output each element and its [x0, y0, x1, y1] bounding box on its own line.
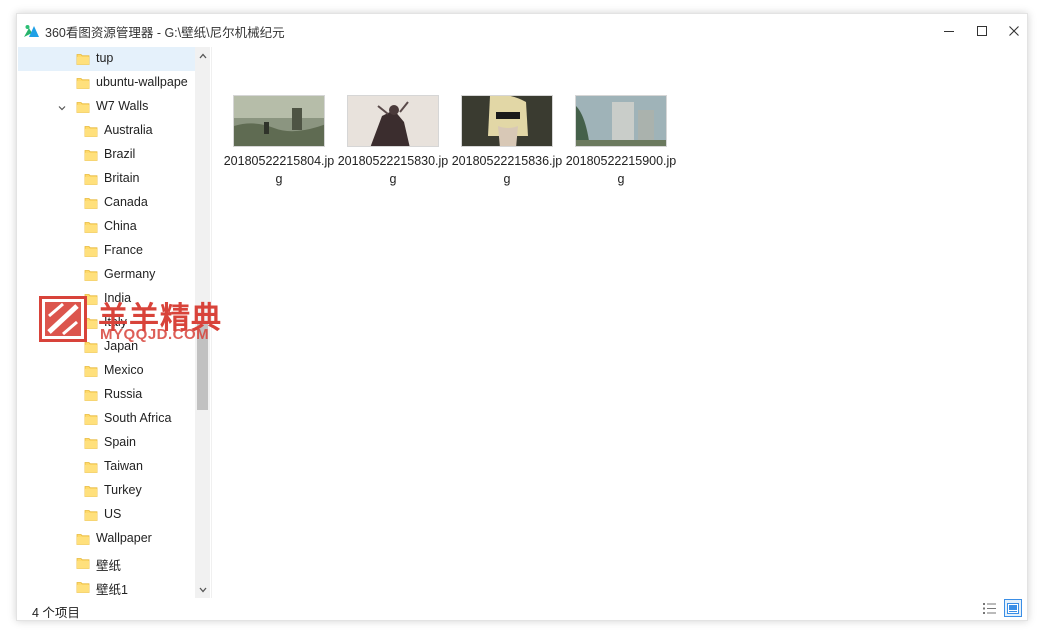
- folder-icon: [76, 76, 90, 90]
- file-name: 20180522215836.jpg: [451, 154, 563, 186]
- scroll-down-button[interactable]: [195, 581, 210, 598]
- folder-icon: [84, 220, 98, 234]
- tree-item[interactable]: 壁纸: [18, 551, 196, 575]
- tree-item[interactable]: Australia: [18, 119, 196, 143]
- window-title: 360看图资源管理器 - G:\壁纸\尼尔机械纪元: [45, 26, 285, 40]
- maximize-button[interactable]: [965, 14, 998, 47]
- app-logo-icon: [24, 25, 39, 37]
- tree-item[interactable]: tup: [18, 47, 196, 71]
- title-bar[interactable]: 360看图资源管理器 - G:\壁纸\尼尔机械纪元: [17, 14, 1027, 47]
- watermark-text-en: MYQQJD.COM: [100, 326, 210, 343]
- tree-item-label: South Africa: [104, 411, 172, 425]
- folder-icon: [84, 148, 98, 162]
- tree-item-label: Australia: [104, 123, 153, 137]
- tree-item-label: 壁纸: [96, 559, 122, 573]
- tree-item[interactable]: Wallpaper: [18, 527, 196, 551]
- folder-icon: [84, 460, 98, 474]
- tree-item[interactable]: Spain: [18, 431, 196, 455]
- chevron-down-icon: [199, 587, 206, 592]
- tree-item-label: Germany: [104, 267, 156, 281]
- tree-item[interactable]: Taiwan: [18, 455, 196, 479]
- tree-item[interactable]: ubuntu-wallpape: [18, 71, 196, 95]
- thumbnail-view-icon: [1007, 602, 1019, 614]
- tree-item-label: Brazil: [104, 147, 136, 161]
- tree-item-label: tup: [96, 51, 114, 65]
- tree-item-label: Wallpaper: [96, 531, 152, 545]
- minimize-button[interactable]: [932, 14, 965, 47]
- close-button[interactable]: [997, 14, 1030, 47]
- item-count: 4 个项目: [32, 606, 80, 620]
- tree-item-label: Turkey: [104, 483, 142, 497]
- folder-icon: [84, 196, 98, 210]
- tree-item-label: France: [104, 243, 143, 257]
- file-name: 20180522215900.jpg: [565, 154, 677, 186]
- tree-item[interactable]: 壁纸1: [18, 575, 196, 598]
- folder-icon: [76, 556, 90, 570]
- watermark-logo-icon: [39, 296, 87, 342]
- tree-item[interactable]: China: [18, 215, 196, 239]
- folder-icon: [84, 172, 98, 186]
- tree-item[interactable]: Canada: [18, 191, 196, 215]
- tree-item[interactable]: W7 Walls: [18, 95, 196, 119]
- image-thumbnail[interactable]: [347, 95, 439, 147]
- folder-icon: [84, 436, 98, 450]
- tree-item-label: US: [104, 507, 122, 521]
- tree-item[interactable]: US: [18, 503, 196, 527]
- tree-item-label: Britain: [104, 171, 140, 185]
- image-thumbnail[interactable]: [461, 95, 553, 147]
- tree-item[interactable]: Turkey: [18, 479, 196, 503]
- tree-item-label: ubuntu-wallpape: [96, 75, 188, 89]
- chevron-up-icon: [199, 53, 206, 58]
- list-view-icon: [983, 602, 996, 614]
- thumbnail-view-button[interactable]: [1004, 599, 1022, 617]
- chevron-down-icon[interactable]: [56, 101, 68, 113]
- folder-icon: [84, 268, 98, 282]
- folder-icon: [84, 364, 98, 378]
- tree-item-label: China: [104, 219, 137, 233]
- tree-item-label: Spain: [104, 435, 136, 449]
- tree-item-label: Taiwan: [104, 459, 143, 473]
- folder-icon: [84, 388, 98, 402]
- scroll-up-button[interactable]: [195, 47, 210, 64]
- tree-item-label: 壁纸1: [96, 583, 128, 597]
- folder-icon: [84, 484, 98, 498]
- tree-item[interactable]: South Africa: [18, 407, 196, 431]
- image-thumbnail[interactable]: [233, 95, 325, 147]
- file-view[interactable]: 20180522215804.jpg 20180522215830.jpg 2018…: [213, 47, 1027, 598]
- maximize-icon: [976, 25, 987, 36]
- file-name: 20180522215804.jpg: [223, 154, 335, 186]
- folder-icon: [84, 412, 98, 426]
- folder-icon: [76, 100, 90, 114]
- file-name: 20180522215830.jpg: [337, 154, 449, 186]
- watermark: 羊羊精典 MYQQJD.COM: [39, 296, 229, 344]
- folder-icon: [76, 532, 90, 546]
- tree-item[interactable]: Russia: [18, 383, 196, 407]
- tree-item-label: Mexico: [104, 363, 144, 377]
- close-icon: [1008, 25, 1019, 36]
- tree-item[interactable]: Brazil: [18, 143, 196, 167]
- tree-item-label: Canada: [104, 195, 148, 209]
- folder-icon: [84, 244, 98, 258]
- folder-icon: [76, 580, 90, 594]
- tree-item[interactable]: Britain: [18, 167, 196, 191]
- details-view-button[interactable]: [981, 599, 999, 617]
- folder-icon: [84, 508, 98, 522]
- folder-icon: [76, 52, 90, 66]
- tree-item[interactable]: Germany: [18, 263, 196, 287]
- tree-item-label: W7 Walls: [96, 99, 149, 113]
- tree-item-label: Russia: [104, 387, 143, 401]
- folder-icon: [84, 124, 98, 138]
- minimize-icon: [943, 30, 954, 32]
- tree-item[interactable]: France: [18, 239, 196, 263]
- tree-item[interactable]: Mexico: [18, 359, 196, 383]
- image-thumbnail[interactable]: [575, 95, 667, 147]
